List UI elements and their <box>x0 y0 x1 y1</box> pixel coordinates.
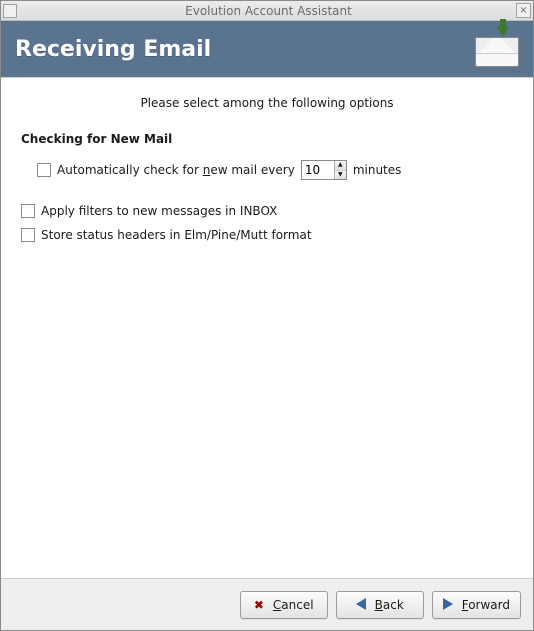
back-rest: ack <box>383 598 404 612</box>
page-title: Receiving Email <box>15 37 211 62</box>
autocheck-label-after: minutes <box>353 163 402 177</box>
action-bar: Cancel Back Forward <box>1 578 533 630</box>
autocheck-label: Automatically check for new mail every <box>57 163 295 177</box>
back-button-label: Back <box>375 598 404 612</box>
back-arrow-icon <box>356 598 370 612</box>
spin-up-button[interactable]: ▲ <box>335 161 346 171</box>
spin-down-button[interactable]: ▼ <box>335 171 346 180</box>
forward-arrow-icon <box>443 598 457 612</box>
cancel-button-label: Cancel <box>273 598 314 612</box>
filters-label: Apply filters to new messages in INBOX <box>41 204 277 218</box>
autocheck-row: Automatically check for new mail every ▲… <box>21 160 513 180</box>
spin-buttons: ▲ ▼ <box>334 161 346 179</box>
window-title: Evolution Account Assistant <box>21 4 516 18</box>
page-header: Receiving Email <box>1 21 533 77</box>
interval-spinbox[interactable]: ▲ ▼ <box>301 160 347 180</box>
forward-rest: orward <box>468 598 510 612</box>
cancel-button[interactable]: Cancel <box>240 591 328 619</box>
autocheck-label-mid: ew mail every <box>210 163 294 177</box>
close-icon: × <box>519 6 527 16</box>
interval-input[interactable] <box>302 161 334 179</box>
window-close-button[interactable]: × <box>516 3 531 18</box>
cancel-icon <box>254 598 268 612</box>
filters-checkbox[interactable] <box>21 204 35 218</box>
app-icon <box>3 4 17 18</box>
autocheck-label-pre: Automatically check for <box>57 163 203 177</box>
back-mnemonic: B <box>375 598 383 612</box>
intro-text: Please select among the following option… <box>21 96 513 110</box>
filters-row: Apply filters to new messages in INBOX <box>21 204 513 218</box>
forward-button-label: Forward <box>462 598 510 612</box>
status-headers-label: Store status headers in Elm/Pine/Mutt fo… <box>41 228 312 242</box>
back-button[interactable]: Back <box>336 591 424 619</box>
cancel-mnemonic: C <box>273 598 281 612</box>
cancel-rest: ancel <box>281 598 313 612</box>
forward-button[interactable]: Forward <box>432 591 521 619</box>
mail-receive-icon <box>475 31 519 67</box>
autocheck-checkbox[interactable] <box>37 163 51 177</box>
section-title: Checking for New Mail <box>21 132 513 146</box>
status-headers-row: Store status headers in Elm/Pine/Mutt fo… <box>21 228 513 242</box>
status-headers-checkbox[interactable] <box>21 228 35 242</box>
assistant-window: Evolution Account Assistant × Receiving … <box>0 0 534 631</box>
titlebar: Evolution Account Assistant × <box>1 1 533 21</box>
content-area: Please select among the following option… <box>1 77 533 578</box>
